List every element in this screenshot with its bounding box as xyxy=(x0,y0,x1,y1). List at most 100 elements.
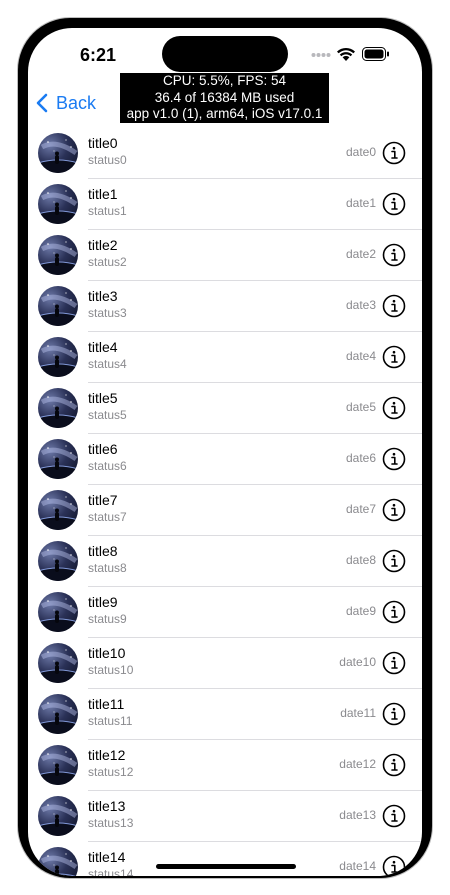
item-date: date7 xyxy=(345,502,376,516)
chevron-left-icon xyxy=(36,93,48,113)
info-icon[interactable] xyxy=(382,294,406,318)
item-status: status4 xyxy=(88,357,127,371)
avatar xyxy=(38,235,78,275)
dynamic-island xyxy=(162,36,288,72)
item-date: date4 xyxy=(345,349,376,363)
debug-cpu-fps: CPU: 5.5%, FPS: 54 xyxy=(162,73,287,88)
wifi-icon xyxy=(337,47,355,61)
item-title: title11 xyxy=(88,696,125,712)
item-date: date1 xyxy=(345,196,376,210)
avatar xyxy=(38,643,78,683)
item-title: title2 xyxy=(88,237,118,253)
info-icon[interactable] xyxy=(382,804,406,828)
info-icon[interactable] xyxy=(382,141,406,165)
item-date: date9 xyxy=(345,604,376,618)
item-date: date5 xyxy=(345,400,376,414)
list-item[interactable]: title3 status3 date3 xyxy=(28,281,422,332)
info-icon[interactable] xyxy=(382,447,406,471)
info-icon[interactable] xyxy=(382,702,406,726)
info-icon[interactable] xyxy=(382,243,406,267)
list-item[interactable]: title1 status1 date1 xyxy=(28,179,422,230)
avatar xyxy=(38,388,78,428)
list-item[interactable]: title11 status11 date11 xyxy=(28,689,422,740)
item-title: title7 xyxy=(88,492,118,508)
list-item[interactable]: title4 status4 date4 xyxy=(28,332,422,383)
avatar xyxy=(38,490,78,530)
avatar xyxy=(38,184,78,224)
item-date: date10 xyxy=(339,655,376,669)
home-indicator[interactable] xyxy=(156,864,296,869)
item-status: status2 xyxy=(88,255,127,269)
info-icon[interactable] xyxy=(382,498,406,522)
item-status: status10 xyxy=(88,663,134,677)
list-item[interactable]: title0 status0 date0 xyxy=(28,128,422,179)
list-item[interactable]: title5 status5 date5 xyxy=(28,383,422,434)
debug-app-info: app v1.0 (1), arm64, iOS v17.0.1 xyxy=(126,106,323,121)
info-icon[interactable] xyxy=(382,651,406,675)
item-status: status8 xyxy=(88,561,127,575)
info-icon[interactable] xyxy=(382,855,406,876)
item-status: status14 xyxy=(88,867,134,876)
item-status: status12 xyxy=(88,765,134,779)
avatar xyxy=(38,592,78,632)
item-date: date14 xyxy=(339,859,376,873)
avatar xyxy=(38,439,78,479)
item-title: title0 xyxy=(88,135,118,151)
avatar xyxy=(38,796,78,836)
item-status: status5 xyxy=(88,408,127,422)
item-title: title3 xyxy=(88,288,118,304)
item-status: status1 xyxy=(88,204,127,218)
avatar xyxy=(38,541,78,581)
avatar xyxy=(38,286,78,326)
list-item[interactable]: title7 status7 date7 xyxy=(28,485,422,536)
cellular-signal-icon xyxy=(311,53,331,57)
avatar xyxy=(38,133,78,173)
item-date: date13 xyxy=(339,808,376,822)
info-icon[interactable] xyxy=(382,345,406,369)
item-date: date3 xyxy=(345,298,376,312)
item-list: title0 status0 date0 title1 status1 date… xyxy=(28,128,422,876)
item-date: date2 xyxy=(345,247,376,261)
avatar xyxy=(38,694,78,734)
list-item[interactable]: title12 status12 date12 xyxy=(28,740,422,791)
item-status: status11 xyxy=(88,714,133,728)
status-time: 6:21 xyxy=(80,45,117,65)
item-title: title6 xyxy=(88,441,118,457)
item-status: status9 xyxy=(88,612,127,626)
item-title: title10 xyxy=(88,645,126,661)
list-item[interactable]: title9 status9 date9 xyxy=(28,587,422,638)
list-item[interactable]: title13 status13 date13 xyxy=(28,791,422,842)
info-icon[interactable] xyxy=(382,549,406,573)
debug-performance-overlay: CPU: 5.5%, FPS: 54 36.4 of 16384 MB used… xyxy=(120,73,329,123)
item-title: title5 xyxy=(88,390,118,406)
avatar xyxy=(38,337,78,377)
back-button[interactable]: Back xyxy=(36,88,96,118)
item-status: status3 xyxy=(88,306,127,320)
info-icon[interactable] xyxy=(382,753,406,777)
list-item[interactable]: title2 status2 date2 xyxy=(28,230,422,281)
back-button-label: Back xyxy=(56,92,97,113)
item-title: title12 xyxy=(88,747,126,763)
item-date: date12 xyxy=(339,757,376,771)
item-title: title4 xyxy=(88,339,118,355)
item-status: status6 xyxy=(88,459,127,473)
battery-icon xyxy=(362,47,389,61)
item-title: title14 xyxy=(88,849,126,865)
item-status: status13 xyxy=(88,816,134,830)
item-date: date0 xyxy=(345,145,376,159)
info-icon[interactable] xyxy=(382,600,406,624)
item-title: title8 xyxy=(88,543,118,559)
list-item[interactable]: title14 status14 date14 xyxy=(28,842,422,876)
list-item[interactable]: title6 status6 date6 xyxy=(28,434,422,485)
avatar xyxy=(38,745,78,785)
list-item[interactable]: title10 status10 date10 xyxy=(28,638,422,689)
avatar xyxy=(38,847,78,876)
list-item[interactable]: title8 status8 date8 xyxy=(28,536,422,587)
info-icon[interactable] xyxy=(382,396,406,420)
item-status: status7 xyxy=(88,510,127,524)
item-title: title9 xyxy=(88,594,118,610)
item-status: status0 xyxy=(88,153,127,167)
item-date: date11 xyxy=(340,706,376,720)
info-icon[interactable] xyxy=(382,192,406,216)
item-date: date8 xyxy=(345,553,376,567)
